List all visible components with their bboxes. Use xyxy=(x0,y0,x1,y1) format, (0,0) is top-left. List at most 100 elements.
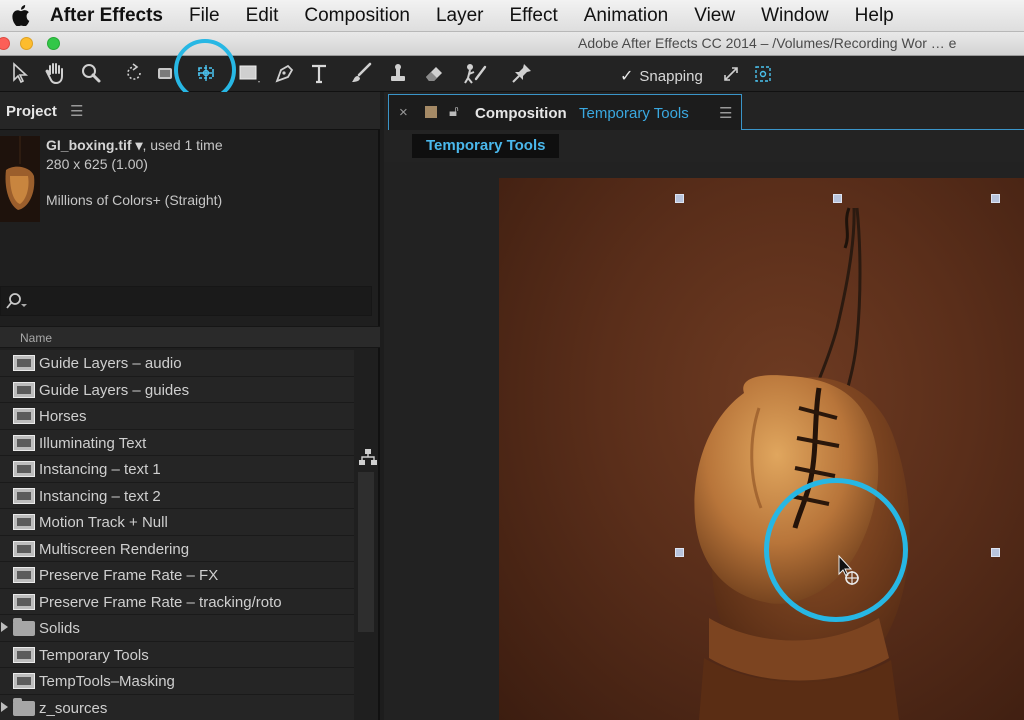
list-item[interactable]: TempTools–Masking xyxy=(0,668,354,695)
list-item-label: Horses xyxy=(39,408,87,425)
composition-viewer[interactable] xyxy=(384,162,1024,720)
menu-file[interactable]: File xyxy=(176,5,233,27)
menu-composition[interactable]: Composition xyxy=(291,5,423,27)
project-panel: Project ☰ GI_boxing.tif ▾, used 1 time 2… xyxy=(0,92,380,720)
composition-panel: × 🔓︎ Composition Temporary Tools ☰ Tempo… xyxy=(384,92,1024,720)
snapping-toggle[interactable]: ✓ Snapping xyxy=(620,64,773,88)
list-item-label: z_sources xyxy=(39,699,108,717)
composition-icon xyxy=(13,593,35,610)
list-item-label: Illuminating Text xyxy=(39,434,147,452)
list-item-label: Solids xyxy=(39,620,80,637)
after-effects-window: After Effects File Edit Composition Laye… xyxy=(0,0,1024,720)
roto-brush-tool-icon[interactable] xyxy=(462,60,488,86)
menu-view[interactable]: View xyxy=(681,5,748,27)
menu-window[interactable]: Window xyxy=(748,5,842,27)
pen-tool-icon[interactable] xyxy=(272,60,298,86)
list-item[interactable]: Solids xyxy=(0,615,354,642)
composition-icon xyxy=(13,646,35,663)
menu-help[interactable]: Help xyxy=(842,5,907,27)
list-item-label: TempTools–Masking xyxy=(39,673,175,690)
boxing-glove-image[interactable] xyxy=(499,178,1024,720)
list-item-label: Instancing – text 2 xyxy=(39,487,161,505)
menu-app-name[interactable]: After Effects xyxy=(42,5,176,27)
project-column-header: Name xyxy=(0,326,380,348)
composition-icon xyxy=(13,355,35,371)
menu-effect[interactable]: Effect xyxy=(497,5,571,27)
close-window-button[interactable] xyxy=(0,37,10,50)
composition-breadcrumb[interactable]: Temporary Tools xyxy=(412,134,560,158)
brush-tool-icon[interactable] xyxy=(349,60,375,86)
list-item[interactable]: z_sources xyxy=(0,694,354,720)
lock-icon[interactable]: 🔓︎ xyxy=(449,103,459,120)
composition-icon xyxy=(13,408,35,424)
transform-handle[interactable] xyxy=(675,548,684,557)
composition-panel-tab[interactable]: × 🔓︎ Composition Temporary Tools ☰ xyxy=(388,94,742,130)
menu-edit[interactable]: Edit xyxy=(233,5,292,27)
search-icon[interactable] xyxy=(6,291,28,316)
zoom-window-button[interactable] xyxy=(47,37,60,50)
list-item[interactable]: Instancing – text 1 xyxy=(0,456,354,483)
menu-animation[interactable]: Animation xyxy=(571,5,682,27)
zoom-tool-icon[interactable] xyxy=(78,60,104,86)
close-tab-icon[interactable]: × xyxy=(399,104,408,121)
list-item-label: Temporary Tools xyxy=(39,646,149,664)
project-scrollbar[interactable] xyxy=(358,472,374,632)
composition-icon xyxy=(13,434,35,451)
transform-handle[interactable] xyxy=(991,194,1000,203)
hand-tool-icon[interactable] xyxy=(42,60,68,86)
list-item[interactable]: Preserve Frame Rate – tracking/roto xyxy=(0,588,354,615)
list-item[interactable]: Horses xyxy=(0,403,354,430)
project-panel-tab[interactable]: Project ☰ xyxy=(0,92,380,130)
footage-thumbnail xyxy=(0,136,40,222)
list-item[interactable]: Multiscreen Rendering xyxy=(0,535,354,562)
list-item[interactable]: Temporary Tools xyxy=(0,641,354,668)
composition-icon xyxy=(13,461,35,477)
name-column-label[interactable]: Name xyxy=(20,331,52,345)
footage-usage: , used 1 time xyxy=(142,137,223,153)
composition-icon xyxy=(13,567,35,583)
selection-tool-icon[interactable] xyxy=(7,60,33,86)
list-item-label: Multiscreen Rendering xyxy=(39,540,190,558)
list-item[interactable]: Motion Track + Null xyxy=(0,509,354,536)
snapping-checkbox-icon[interactable]: ✓ xyxy=(620,66,633,86)
list-item[interactable]: Guide Layers – audio xyxy=(0,350,354,377)
composition-icon xyxy=(13,487,35,504)
project-tab-label: Project xyxy=(6,103,57,120)
minimize-window-button[interactable] xyxy=(20,37,33,50)
disclosure-triangle-icon[interactable] xyxy=(1,622,8,632)
transform-handle[interactable] xyxy=(675,194,684,203)
label-color-swatch[interactable] xyxy=(425,106,437,118)
apple-logo-icon[interactable] xyxy=(0,5,42,26)
flowchart-icon[interactable] xyxy=(358,448,378,471)
list-item-label: Preserve Frame Rate – FX xyxy=(39,567,219,584)
composition-icon xyxy=(13,381,35,398)
snap-edges-icon[interactable] xyxy=(721,64,741,88)
tools-panel: ✓ Snapping xyxy=(0,56,1024,92)
project-search-input[interactable] xyxy=(0,286,372,316)
panel-menu-icon[interactable]: ☰ xyxy=(719,104,732,122)
transform-handle[interactable] xyxy=(833,194,842,203)
transform-handle[interactable] xyxy=(991,548,1000,557)
list-item[interactable]: Preserve Frame Rate – FX xyxy=(0,562,354,589)
type-tool-icon[interactable] xyxy=(307,60,333,86)
list-item-label: Guide Layers – guides xyxy=(39,381,190,399)
anchor-highlight-circle xyxy=(764,478,908,622)
clone-stamp-tool-icon[interactable] xyxy=(385,60,411,86)
eraser-tool-icon[interactable] xyxy=(421,60,447,86)
puppet-pin-tool-icon[interactable] xyxy=(509,60,535,86)
list-item[interactable]: Instancing – text 2 xyxy=(0,482,354,509)
list-item[interactable]: Guide Layers – guides xyxy=(0,376,354,403)
composition-canvas[interactable] xyxy=(499,178,1024,720)
disclosure-triangle-icon[interactable] xyxy=(1,701,8,712)
list-item-label: Preserve Frame Rate – tracking/roto xyxy=(39,593,282,611)
rotation-tool-icon[interactable] xyxy=(121,60,147,86)
footage-name[interactable]: GI_boxing.tif ▾ xyxy=(46,137,142,153)
footage-dimensions: 280 x 625 (1.00) xyxy=(46,156,148,172)
list-item[interactable]: Illuminating Text xyxy=(0,429,354,456)
rectangle-tool-icon[interactable] xyxy=(236,60,262,86)
snapping-label: Snapping xyxy=(639,67,703,85)
composition-icon xyxy=(13,673,35,689)
panel-menu-icon[interactable]: ☰ xyxy=(70,102,83,120)
menu-layer[interactable]: Layer xyxy=(423,5,497,27)
snap-features-icon[interactable] xyxy=(753,64,773,88)
